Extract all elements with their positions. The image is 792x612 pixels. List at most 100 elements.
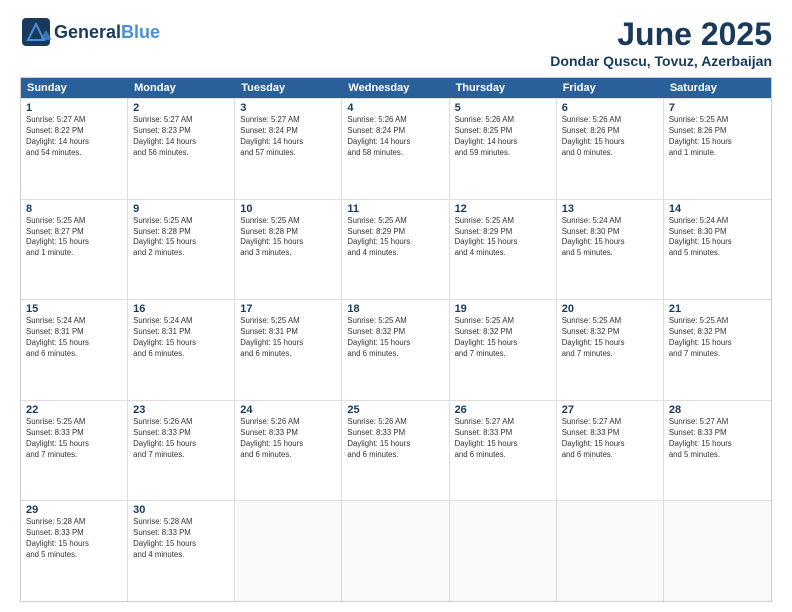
calendar-cell-r3c6: 28Sunrise: 5:27 AM Sunset: 8:33 PM Dayli…	[664, 401, 771, 501]
day-number: 22	[26, 404, 122, 416]
calendar-cell-r3c5: 27Sunrise: 5:27 AM Sunset: 8:33 PM Dayli…	[557, 401, 664, 501]
calendar-cell-r3c1: 23Sunrise: 5:26 AM Sunset: 8:33 PM Dayli…	[128, 401, 235, 501]
day-info: Sunrise: 5:25 AM Sunset: 8:31 PM Dayligh…	[240, 316, 336, 360]
day-info: Sunrise: 5:27 AM Sunset: 8:22 PM Dayligh…	[26, 115, 122, 159]
calendar-cell-r3c3: 25Sunrise: 5:26 AM Sunset: 8:33 PM Dayli…	[342, 401, 449, 501]
day-info: Sunrise: 5:25 AM Sunset: 8:29 PM Dayligh…	[347, 216, 443, 260]
day-number: 8	[26, 203, 122, 215]
day-number: 2	[133, 102, 229, 114]
calendar-cell-r0c1: 2Sunrise: 5:27 AM Sunset: 8:23 PM Daylig…	[128, 99, 235, 199]
calendar: Sunday Monday Tuesday Wednesday Thursday…	[20, 77, 772, 602]
day-number: 4	[347, 102, 443, 114]
logo-text: GeneralBlue	[54, 22, 160, 43]
calendar-cell-r4c5	[557, 501, 664, 601]
calendar-row-1: 1Sunrise: 5:27 AM Sunset: 8:22 PM Daylig…	[21, 98, 771, 199]
calendar-cell-r2c4: 19Sunrise: 5:25 AM Sunset: 8:32 PM Dayli…	[450, 300, 557, 400]
calendar-cell-r2c6: 21Sunrise: 5:25 AM Sunset: 8:32 PM Dayli…	[664, 300, 771, 400]
calendar-cell-r1c4: 12Sunrise: 5:25 AM Sunset: 8:29 PM Dayli…	[450, 200, 557, 300]
calendar-cell-r1c0: 8Sunrise: 5:25 AM Sunset: 8:27 PM Daylig…	[21, 200, 128, 300]
day-info: Sunrise: 5:25 AM Sunset: 8:32 PM Dayligh…	[669, 316, 766, 360]
calendar-cell-r0c3: 4Sunrise: 5:26 AM Sunset: 8:24 PM Daylig…	[342, 99, 449, 199]
day-info: Sunrise: 5:24 AM Sunset: 8:31 PM Dayligh…	[133, 316, 229, 360]
calendar-cell-r0c5: 6Sunrise: 5:26 AM Sunset: 8:26 PM Daylig…	[557, 99, 664, 199]
calendar-cell-r3c0: 22Sunrise: 5:25 AM Sunset: 8:33 PM Dayli…	[21, 401, 128, 501]
day-info: Sunrise: 5:26 AM Sunset: 8:25 PM Dayligh…	[455, 115, 551, 159]
calendar-row-5: 29Sunrise: 5:28 AM Sunset: 8:33 PM Dayli…	[21, 500, 771, 601]
day-number: 14	[669, 203, 766, 215]
day-number: 17	[240, 303, 336, 315]
calendar-cell-r4c3	[342, 501, 449, 601]
calendar-row-3: 15Sunrise: 5:24 AM Sunset: 8:31 PM Dayli…	[21, 299, 771, 400]
calendar-body: 1Sunrise: 5:27 AM Sunset: 8:22 PM Daylig…	[21, 98, 771, 601]
weekday-monday: Monday	[128, 78, 235, 98]
calendar-cell-r4c0: 29Sunrise: 5:28 AM Sunset: 8:33 PM Dayli…	[21, 501, 128, 601]
day-info: Sunrise: 5:27 AM Sunset: 8:24 PM Dayligh…	[240, 115, 336, 159]
calendar-cell-r0c2: 3Sunrise: 5:27 AM Sunset: 8:24 PM Daylig…	[235, 99, 342, 199]
calendar-cell-r1c3: 11Sunrise: 5:25 AM Sunset: 8:29 PM Dayli…	[342, 200, 449, 300]
calendar-cell-r2c0: 15Sunrise: 5:24 AM Sunset: 8:31 PM Dayli…	[21, 300, 128, 400]
day-info: Sunrise: 5:25 AM Sunset: 8:32 PM Dayligh…	[455, 316, 551, 360]
day-number: 24	[240, 404, 336, 416]
weekday-thursday: Thursday	[450, 78, 557, 98]
day-number: 29	[26, 504, 122, 516]
calendar-cell-r4c4	[450, 501, 557, 601]
calendar-cell-r1c5: 13Sunrise: 5:24 AM Sunset: 8:30 PM Dayli…	[557, 200, 664, 300]
day-info: Sunrise: 5:24 AM Sunset: 8:31 PM Dayligh…	[26, 316, 122, 360]
day-info: Sunrise: 5:25 AM Sunset: 8:32 PM Dayligh…	[562, 316, 658, 360]
day-number: 3	[240, 102, 336, 114]
day-number: 5	[455, 102, 551, 114]
day-info: Sunrise: 5:26 AM Sunset: 8:33 PM Dayligh…	[133, 417, 229, 461]
day-info: Sunrise: 5:26 AM Sunset: 8:33 PM Dayligh…	[347, 417, 443, 461]
day-number: 15	[26, 303, 122, 315]
day-number: 20	[562, 303, 658, 315]
calendar-row-4: 22Sunrise: 5:25 AM Sunset: 8:33 PM Dayli…	[21, 400, 771, 501]
weekday-tuesday: Tuesday	[235, 78, 342, 98]
calendar-cell-r2c2: 17Sunrise: 5:25 AM Sunset: 8:31 PM Dayli…	[235, 300, 342, 400]
day-info: Sunrise: 5:25 AM Sunset: 8:33 PM Dayligh…	[26, 417, 122, 461]
calendar-cell-r2c5: 20Sunrise: 5:25 AM Sunset: 8:32 PM Dayli…	[557, 300, 664, 400]
calendar-cell-r2c3: 18Sunrise: 5:25 AM Sunset: 8:32 PM Dayli…	[342, 300, 449, 400]
day-number: 1	[26, 102, 122, 114]
day-number: 27	[562, 404, 658, 416]
day-info: Sunrise: 5:27 AM Sunset: 8:33 PM Dayligh…	[562, 417, 658, 461]
logo: GeneralBlue	[20, 16, 160, 48]
day-number: 6	[562, 102, 658, 114]
calendar-cell-r0c4: 5Sunrise: 5:26 AM Sunset: 8:25 PM Daylig…	[450, 99, 557, 199]
day-number: 25	[347, 404, 443, 416]
calendar-cell-r1c2: 10Sunrise: 5:25 AM Sunset: 8:28 PM Dayli…	[235, 200, 342, 300]
day-info: Sunrise: 5:25 AM Sunset: 8:29 PM Dayligh…	[455, 216, 551, 260]
day-info: Sunrise: 5:24 AM Sunset: 8:30 PM Dayligh…	[669, 216, 766, 260]
day-number: 12	[455, 203, 551, 215]
day-info: Sunrise: 5:24 AM Sunset: 8:30 PM Dayligh…	[562, 216, 658, 260]
day-number: 10	[240, 203, 336, 215]
day-number: 23	[133, 404, 229, 416]
day-info: Sunrise: 5:26 AM Sunset: 8:26 PM Dayligh…	[562, 115, 658, 159]
month-title: June 2025	[550, 16, 772, 53]
day-number: 13	[562, 203, 658, 215]
day-info: Sunrise: 5:26 AM Sunset: 8:33 PM Dayligh…	[240, 417, 336, 461]
day-info: Sunrise: 5:25 AM Sunset: 8:28 PM Dayligh…	[240, 216, 336, 260]
day-info: Sunrise: 5:28 AM Sunset: 8:33 PM Dayligh…	[133, 517, 229, 561]
day-info: Sunrise: 5:27 AM Sunset: 8:23 PM Dayligh…	[133, 115, 229, 159]
day-number: 11	[347, 203, 443, 215]
calendar-cell-r3c2: 24Sunrise: 5:26 AM Sunset: 8:33 PM Dayli…	[235, 401, 342, 501]
weekday-saturday: Saturday	[664, 78, 771, 98]
day-number: 30	[133, 504, 229, 516]
day-info: Sunrise: 5:27 AM Sunset: 8:33 PM Dayligh…	[455, 417, 551, 461]
day-info: Sunrise: 5:28 AM Sunset: 8:33 PM Dayligh…	[26, 517, 122, 561]
day-info: Sunrise: 5:25 AM Sunset: 8:26 PM Dayligh…	[669, 115, 766, 159]
weekday-wednesday: Wednesday	[342, 78, 449, 98]
day-number: 7	[669, 102, 766, 114]
day-number: 9	[133, 203, 229, 215]
day-info: Sunrise: 5:25 AM Sunset: 8:32 PM Dayligh…	[347, 316, 443, 360]
calendar-cell-r0c0: 1Sunrise: 5:27 AM Sunset: 8:22 PM Daylig…	[21, 99, 128, 199]
header: GeneralBlue June 2025 Dondar Quscu, Tovu…	[20, 16, 772, 69]
logo-icon	[20, 16, 52, 48]
day-info: Sunrise: 5:27 AM Sunset: 8:33 PM Dayligh…	[669, 417, 766, 461]
weekday-sunday: Sunday	[21, 78, 128, 98]
location: Dondar Quscu, Tovuz, Azerbaijan	[550, 53, 772, 69]
day-number: 21	[669, 303, 766, 315]
page-container: GeneralBlue June 2025 Dondar Quscu, Tovu…	[0, 0, 792, 612]
calendar-cell-r3c4: 26Sunrise: 5:27 AM Sunset: 8:33 PM Dayli…	[450, 401, 557, 501]
day-number: 16	[133, 303, 229, 315]
